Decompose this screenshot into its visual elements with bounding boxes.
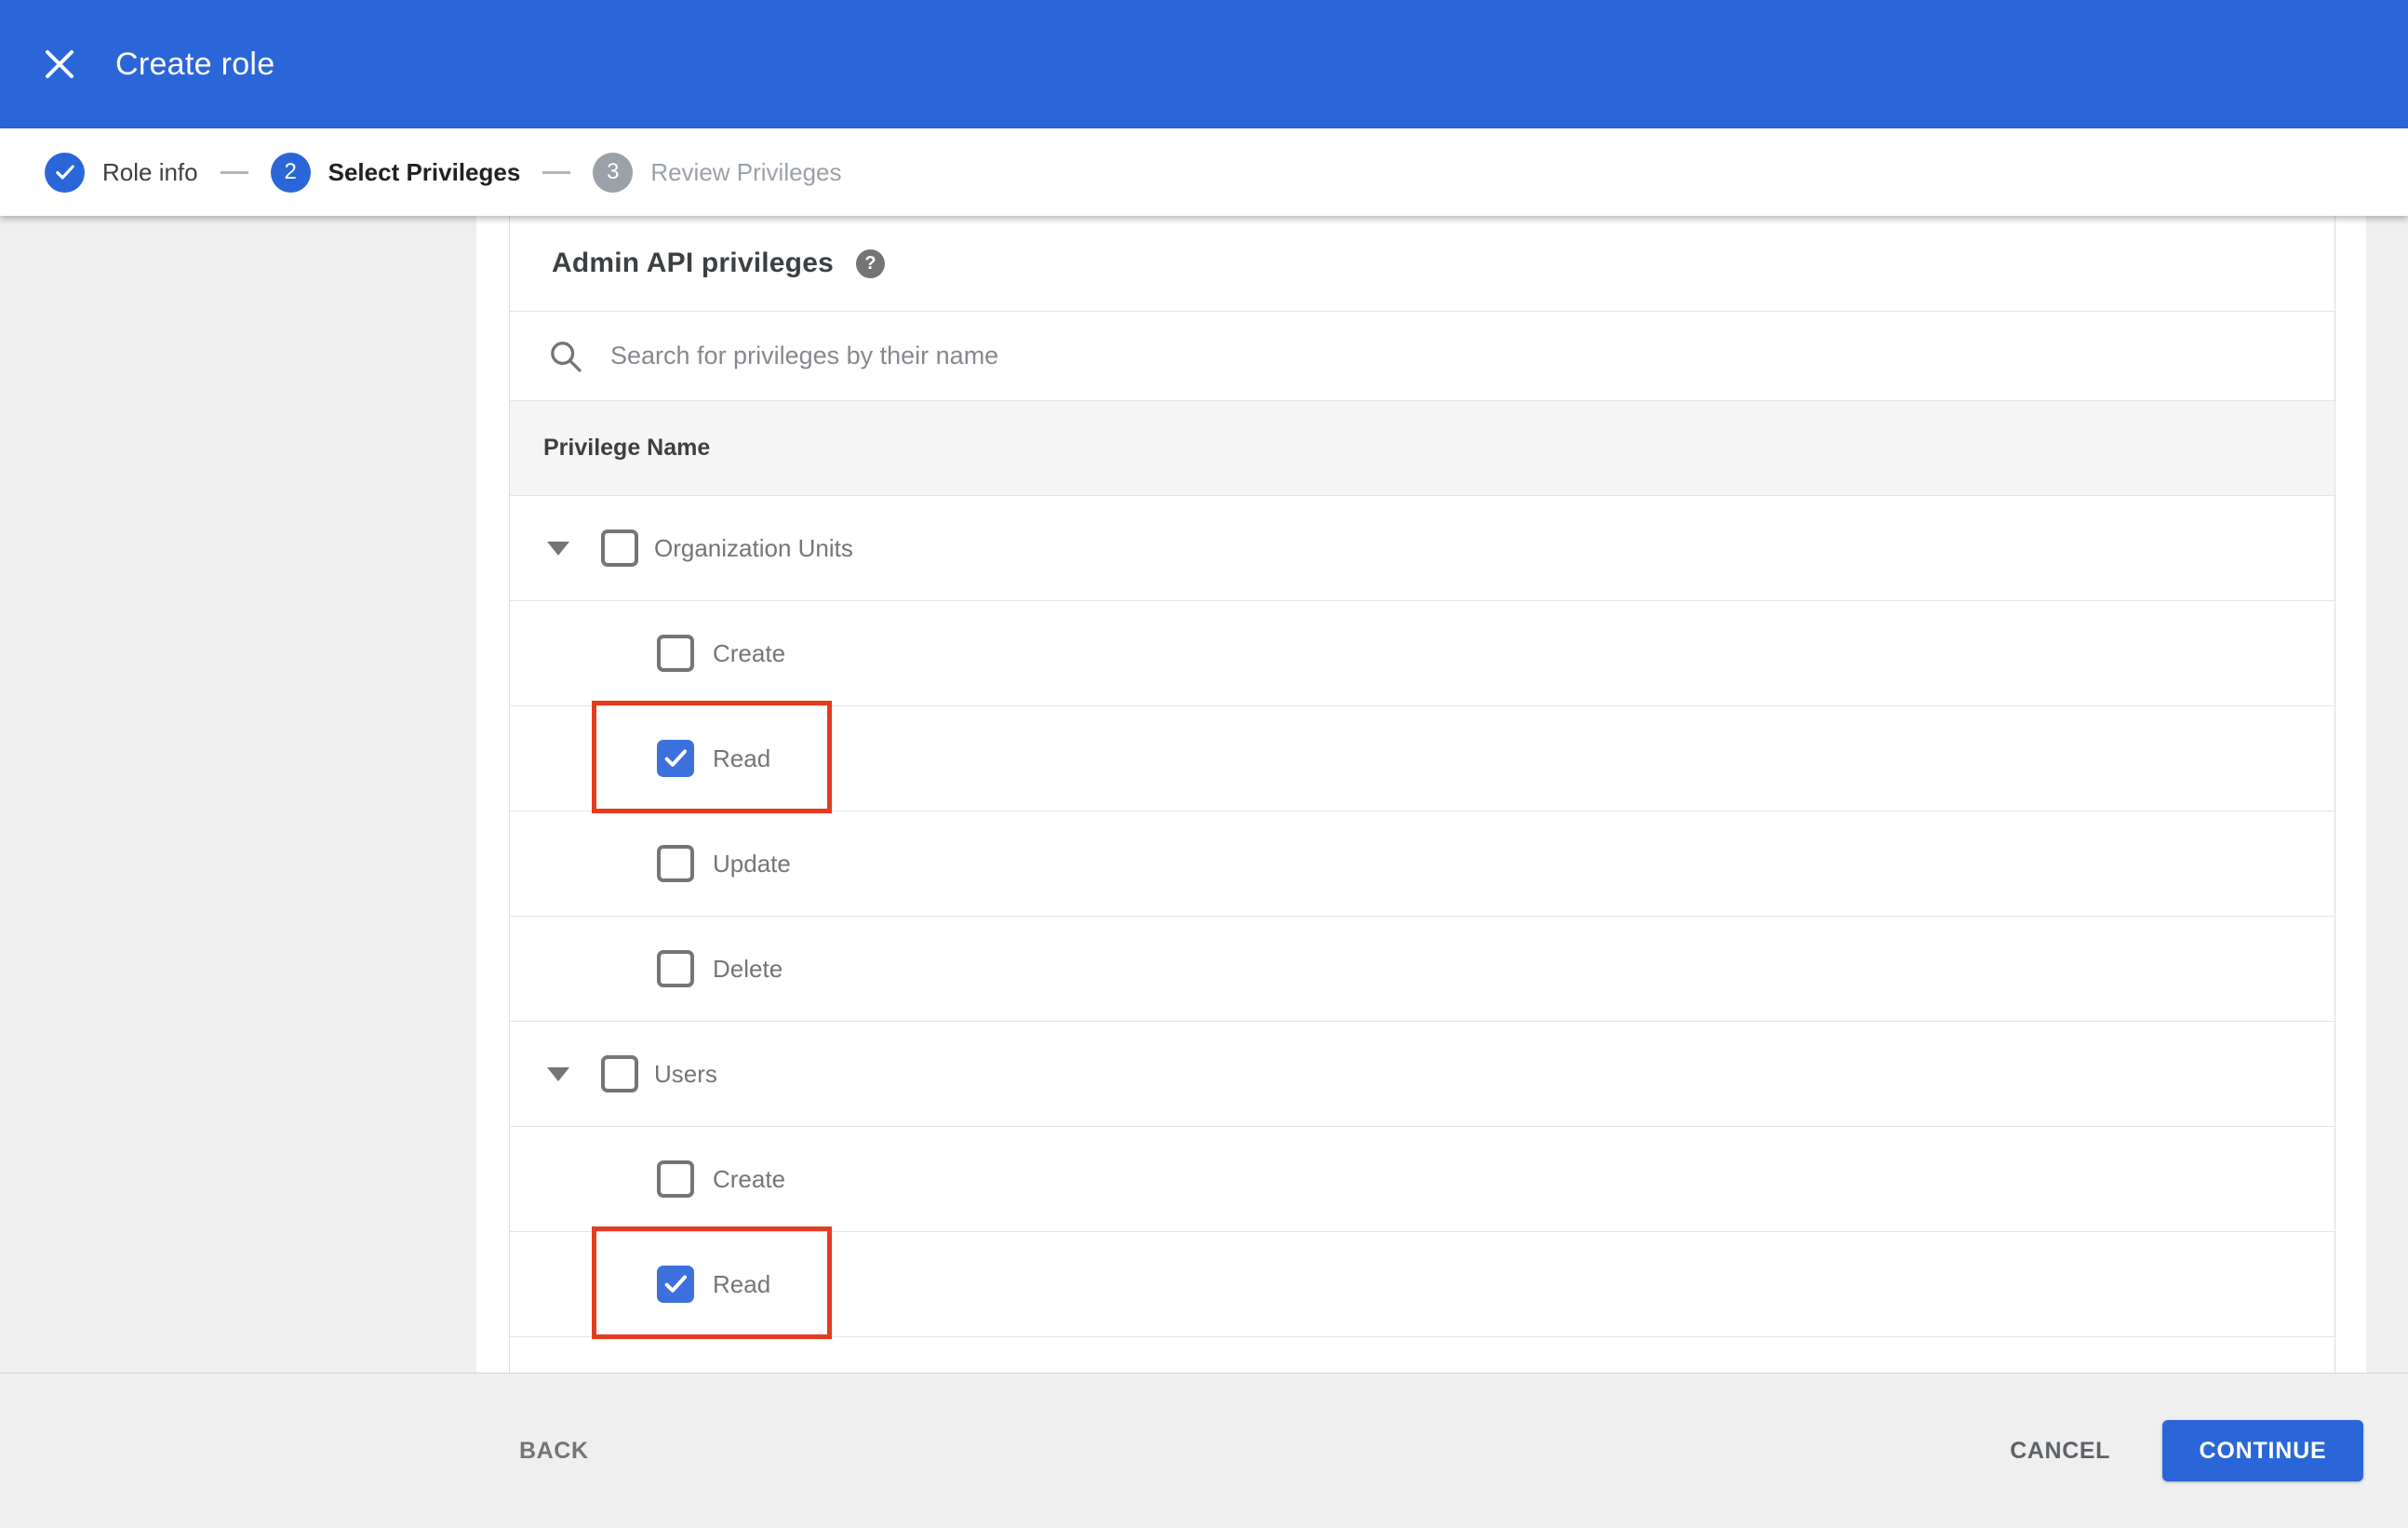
continue-button[interactable]: CONTINUE — [2162, 1420, 2363, 1481]
privilege-rows: Organization Units Create Read Update Delete… — [510, 496, 2334, 1339]
app-bar: Create role — [0, 0, 2408, 128]
privilege-label: Create — [713, 638, 786, 667]
privilege-row-users-create[interactable]: Create — [510, 1127, 2334, 1232]
checkbox-organization-units-read[interactable] — [657, 740, 694, 777]
check-icon — [664, 749, 687, 767]
step-number-badge: 2 — [270, 152, 311, 193]
privilege-row-users[interactable]: Users — [510, 1022, 2334, 1127]
table-header-row: Privilege Name — [510, 401, 2334, 496]
search-bar — [510, 312, 2334, 401]
privilege-row-organization-units-delete[interactable]: Delete — [510, 917, 2334, 1022]
step-number-badge: 3 — [593, 152, 634, 193]
checkbox-organization-units[interactable] — [601, 529, 638, 567]
search-input[interactable] — [610, 342, 1913, 370]
step-label: Review Privileges — [650, 157, 842, 186]
privilege-row-organization-units-create[interactable]: Create — [510, 601, 2334, 706]
step-label: Select Privileges — [328, 157, 521, 186]
privilege-label: Read — [713, 1269, 771, 1298]
search-icon — [551, 341, 582, 372]
step-review-privileges[interactable]: 3 Review Privileges — [593, 152, 842, 193]
section-title-row: Admin API privileges ? — [510, 216, 2334, 312]
checkbox-organization-units-delete[interactable] — [657, 950, 694, 987]
step-label: Role info — [102, 157, 198, 186]
privilege-label: Delete — [713, 954, 783, 983]
step-select-privileges[interactable]: 2 Select Privileges — [270, 152, 521, 193]
privilege-label: Users — [654, 1059, 717, 1088]
section-title: Admin API privileges — [552, 248, 834, 278]
privilege-label: Read — [713, 744, 771, 772]
checkbox-users-create[interactable] — [657, 1160, 694, 1198]
help-icon[interactable]: ? — [855, 248, 885, 278]
privilege-label: Organization Units — [654, 533, 853, 562]
privilege-row-organization-units[interactable]: Organization Units — [510, 496, 2334, 601]
step-completed-check-icon — [45, 152, 85, 193]
step-connector — [542, 170, 571, 174]
checkbox-organization-units-create[interactable] — [657, 635, 694, 672]
footer-bar: BACK CANCEL CONTINUE — [0, 1373, 2408, 1528]
highlight-box — [592, 701, 832, 813]
close-icon[interactable] — [32, 36, 87, 92]
highlight-box — [592, 1226, 832, 1339]
collapse-arrow-icon[interactable] — [547, 541, 569, 556]
collapse-arrow-icon[interactable] — [547, 1066, 569, 1081]
checkbox-users-read[interactable] — [657, 1266, 694, 1303]
footer-actions: CANCEL CONTINUE — [2010, 1420, 2363, 1481]
back-button[interactable]: BACK — [519, 1438, 589, 1465]
step-connector — [220, 170, 248, 174]
content-card: Admin API privileges ? Privilege Name Or… — [476, 216, 2366, 1373]
column-header-privilege-name: Privilege Name — [543, 435, 711, 461]
privilege-row-organization-units-read[interactable]: Read — [510, 701, 2334, 813]
stepper: Role info 2 Select Privileges 3 Review P… — [0, 128, 2408, 216]
step-role-info[interactable]: Role info — [45, 152, 198, 193]
cancel-button[interactable]: CANCEL — [2010, 1438, 2110, 1465]
privilege-label: Create — [713, 1164, 786, 1193]
checkbox-organization-units-update[interactable] — [657, 845, 694, 882]
checkbox-users[interactable] — [601, 1055, 638, 1092]
privilege-label: Update — [713, 849, 791, 878]
privilege-row-users-read[interactable]: Read — [510, 1226, 2334, 1339]
privilege-row-organization-units-update[interactable]: Update — [510, 811, 2334, 917]
privileges-table: Admin API privileges ? Privilege Name Or… — [509, 216, 2335, 1373]
check-icon — [664, 1275, 687, 1293]
dialog-title: Create role — [115, 46, 275, 82]
